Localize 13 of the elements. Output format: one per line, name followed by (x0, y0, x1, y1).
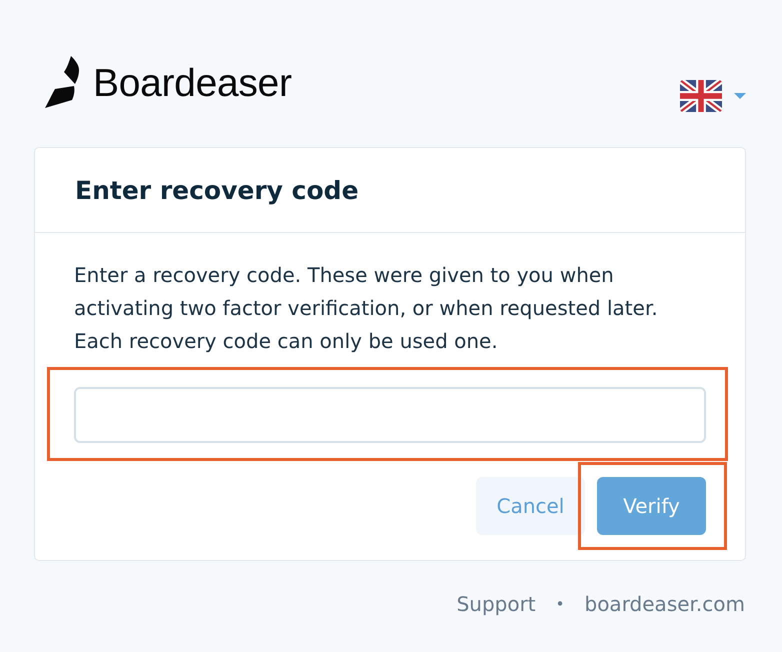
logo-icon (44, 56, 80, 108)
brand-name: Boardeaser (93, 64, 292, 102)
language-selector[interactable] (680, 80, 746, 112)
recovery-code-field[interactable] (74, 387, 706, 443)
caret-icon (734, 93, 746, 99)
dialog-description: Enter a recovery code. These were given to you when activating two factor verification, or when requested later. Each recovery code can only be used one. (74, 262, 659, 355)
verify-button[interactable]: Verify (597, 477, 706, 535)
separator-dot: • (556, 595, 564, 613)
uk-flag-icon (680, 80, 722, 112)
support-link[interactable]: Support (456, 592, 536, 616)
cancel-button[interactable]: Cancel (476, 477, 585, 535)
dialog-title: Enter recovery code (75, 176, 359, 204)
website-link[interactable]: boardeaser.com (584, 592, 745, 616)
